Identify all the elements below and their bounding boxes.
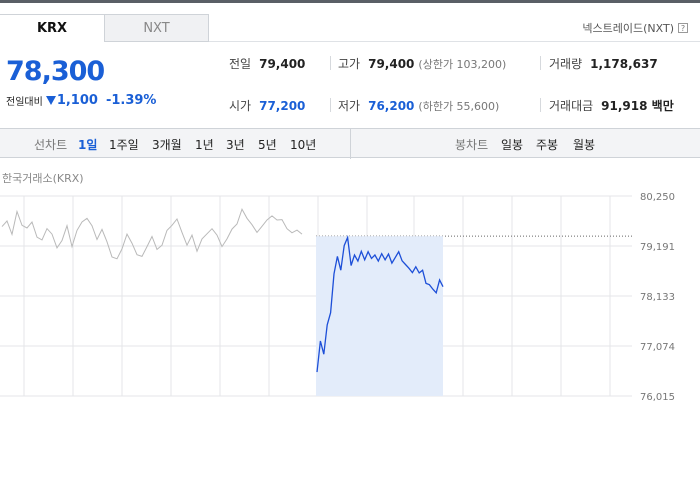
quote-label: 거래량 [549, 57, 583, 71]
quote-open: 시가 77,200 [229, 97, 305, 114]
chart-title: 한국거래소(KRX) [2, 172, 84, 185]
period-5y[interactable]: 5년 [258, 136, 277, 153]
line-chart-label: 선차트 [34, 138, 68, 152]
change-value: 1,100 [56, 93, 98, 108]
y-tick-label: 79,191 [640, 242, 675, 253]
quote-separator [330, 56, 331, 70]
chart-toolbar: 선차트 1일 1주일 3개월 1년 3년 5년 10년 봉차트 일봉 주봉 월봉 [0, 128, 700, 159]
quote-separator [330, 98, 331, 112]
quote-value: 79,400 [368, 57, 415, 71]
quote-label: 저가 [338, 99, 361, 113]
candle-daily[interactable]: 일봉 [501, 136, 523, 153]
quote-value: 76,200 [368, 99, 415, 113]
quote-value: 91,918 백만 [601, 99, 674, 113]
quote-value: 79,400 [259, 57, 306, 71]
today-fill [316, 236, 443, 396]
current-price: 78,300 [6, 56, 105, 87]
upper-limit: (상한가 103,200) [418, 58, 507, 71]
quote-value: 1,178,637 [590, 57, 658, 71]
period-1d[interactable]: 1일 [78, 136, 97, 153]
period-1w[interactable]: 1주일 [109, 136, 139, 153]
y-tick-label: 78,133 [640, 292, 675, 303]
prev-day-line [1, 207, 303, 260]
quote-amount: 거래대금 91,918 백만 [549, 97, 674, 114]
help-icon[interactable]: ? [678, 23, 688, 33]
quote-label: 시가 [229, 99, 252, 113]
candle-monthly[interactable]: 월봉 [573, 136, 595, 153]
lower-limit: (하한가 55,600) [418, 100, 500, 113]
tab-divider-line [209, 41, 700, 42]
quote-separator [540, 56, 541, 70]
y-tick-label: 76,015 [640, 392, 675, 403]
period-3y[interactable]: 3년 [226, 136, 245, 153]
candle-chart-label: 봉차트 [455, 138, 489, 152]
tab-krx[interactable]: KRX [0, 14, 105, 42]
tab-nxt[interactable]: NXT [104, 14, 209, 42]
candle-weekly[interactable]: 주봉 [536, 136, 558, 153]
down-arrow-icon [45, 96, 56, 105]
quote-label: 고가 [338, 57, 361, 71]
quote-low: 저가 76,200 (하한가 55,600) [338, 97, 499, 114]
period-1y[interactable]: 1년 [195, 136, 214, 153]
quote-label: 전일 [229, 57, 252, 71]
price-change: 전일대비 1,100 -1.39% [6, 93, 156, 108]
nxt-trade-link[interactable]: 넥스트레이드(NXT) ? [582, 20, 688, 36]
y-tick-label: 77,074 [640, 342, 675, 353]
period-3m[interactable]: 3개월 [152, 136, 182, 153]
top-border [0, 0, 700, 3]
toolbar-divider [350, 129, 351, 159]
intraday-chart[interactable]: 80,250 79,191 78,133 77,074 76,015 [0, 186, 700, 406]
quote-value: 77,200 [259, 99, 306, 113]
change-label: 전일대비 [6, 97, 43, 108]
nxt-trade-label: 넥스트레이드(NXT) [582, 22, 674, 35]
y-tick-label: 80,250 [640, 192, 675, 203]
quote-separator [540, 98, 541, 112]
quote-prev-close: 전일 79,400 [229, 55, 305, 72]
quote-label: 거래대금 [549, 99, 594, 113]
change-rate: -1.39% [105, 93, 157, 108]
quote-volume: 거래량 1,178,637 [549, 55, 658, 72]
quote-high: 고가 79,400 (상한가 103,200) [338, 55, 506, 72]
period-10y[interactable]: 10년 [290, 136, 316, 153]
